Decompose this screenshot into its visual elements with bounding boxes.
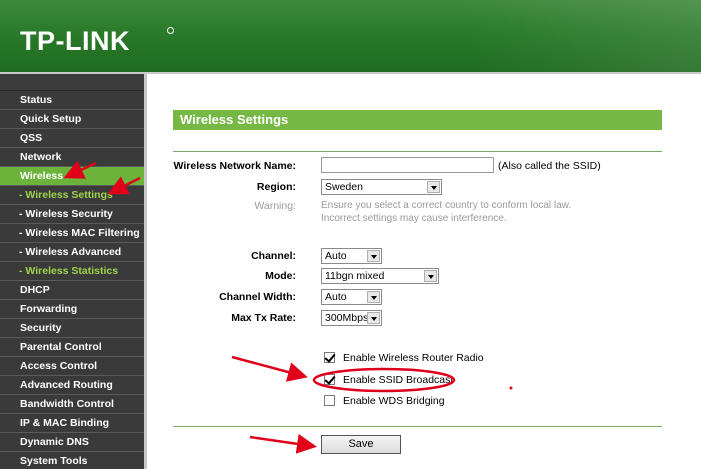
channel-label: Channel:	[251, 250, 296, 262]
warning-text-line2: Incorrect settings may cause interferenc…	[321, 213, 507, 224]
enable-ssid-broadcast-checkbox[interactable]	[324, 374, 335, 385]
enable-ssid-broadcast-label: Enable SSID Broadcast	[343, 374, 454, 386]
region-select[interactable]: Sweden	[321, 179, 442, 195]
sidebar-item-bandwidth-control[interactable]: Bandwidth Control	[0, 395, 144, 414]
chevron-down-icon	[424, 270, 437, 282]
region-label: Region:	[256, 181, 296, 193]
max-tx-rate-select[interactable]: 300Mbps	[321, 310, 382, 326]
sidebar-item-dhcp[interactable]: DHCP	[0, 281, 144, 300]
channel-width-select-value: Auto	[325, 291, 347, 303]
chevron-down-icon	[367, 250, 380, 262]
sidebar-item-security[interactable]: Security	[0, 319, 144, 338]
channel-select-value: Auto	[325, 250, 347, 262]
max-tx-rate-select-value: 300Mbps	[325, 312, 369, 324]
enable-wds-checkbox[interactable]	[324, 395, 335, 406]
sidebar-item-wireless-advanced[interactable]: - Wireless Advanced	[0, 243, 144, 262]
channel-width-label: Channel Width:	[219, 291, 296, 303]
sidebar-item-quick-setup[interactable]: Quick Setup	[0, 110, 144, 129]
header-banner: TP-LINK	[0, 0, 701, 72]
enable-radio-label: Enable Wireless Router Radio	[343, 352, 484, 364]
section-divider-bottom	[173, 426, 662, 427]
channel-width-select[interactable]: Auto	[321, 289, 382, 305]
header-shine	[461, 0, 701, 72]
save-button[interactable]: Save	[321, 435, 401, 454]
ssid-input[interactable]	[321, 157, 494, 173]
enable-radio-checkbox[interactable]	[324, 352, 335, 363]
section-divider-top	[173, 151, 662, 152]
sidebar-menu: Status Quick Setup QSS Network Wireless …	[0, 74, 147, 469]
region-select-value: Sweden	[325, 181, 363, 193]
sidebar-item-forwarding[interactable]: Forwarding	[0, 300, 144, 319]
sidebar-item-wireless[interactable]: Wireless	[0, 167, 144, 186]
enable-radio-row[interactable]: Enable Wireless Router Radio	[324, 352, 484, 366]
ssid-label: Wireless Network Name:	[173, 160, 296, 172]
enable-wds-label: Enable WDS Bridging	[343, 395, 445, 407]
sidebar-item-system-tools[interactable]: System Tools	[0, 452, 144, 469]
mode-select-value: 11bgn mixed	[325, 270, 385, 282]
sidebar-item-qss[interactable]: QSS	[0, 129, 144, 148]
trademark-icon	[167, 27, 174, 34]
warning-text-line1: Ensure you select a correct country to c…	[321, 200, 572, 211]
sidebar-item-status[interactable]: Status	[0, 91, 144, 110]
chevron-down-icon	[367, 291, 380, 303]
enable-wds-row[interactable]: Enable WDS Bridging	[324, 395, 445, 409]
warning-label: Warning:	[254, 200, 296, 212]
sidebar-item-wireless-settings[interactable]: - Wireless Settings	[0, 186, 144, 205]
sidebar-item-advanced-routing[interactable]: Advanced Routing	[0, 376, 144, 395]
sidebar-item-dynamic-dns[interactable]: Dynamic DNS	[0, 433, 144, 452]
mode-label: Mode:	[265, 270, 296, 282]
ssid-hint: (Also called the SSID)	[498, 160, 601, 172]
sidebar-top-strip	[0, 74, 144, 91]
sidebar-item-wireless-security[interactable]: - Wireless Security	[0, 205, 144, 224]
sidebar-item-network[interactable]: Network	[0, 148, 144, 167]
sidebar-item-ip-mac-binding[interactable]: IP & MAC Binding	[0, 414, 144, 433]
sidebar-item-access-control[interactable]: Access Control	[0, 357, 144, 376]
chevron-down-icon	[427, 181, 440, 193]
sidebar-item-parental-control[interactable]: Parental Control	[0, 338, 144, 357]
mode-select[interactable]: 11bgn mixed	[321, 268, 439, 284]
enable-ssid-broadcast-row[interactable]: Enable SSID Broadcast	[324, 374, 453, 388]
chevron-down-icon	[367, 312, 380, 324]
tp-link-logo: TP-LINK	[20, 26, 130, 56]
channel-select[interactable]: Auto	[321, 248, 382, 264]
sidebar-item-wireless-mac-filtering[interactable]: - Wireless MAC Filtering	[0, 224, 144, 243]
section-title: Wireless Settings	[173, 110, 662, 130]
max-tx-rate-label: Max Tx Rate:	[231, 312, 296, 324]
sidebar-item-wireless-statistics[interactable]: - Wireless Statistics	[0, 262, 144, 281]
